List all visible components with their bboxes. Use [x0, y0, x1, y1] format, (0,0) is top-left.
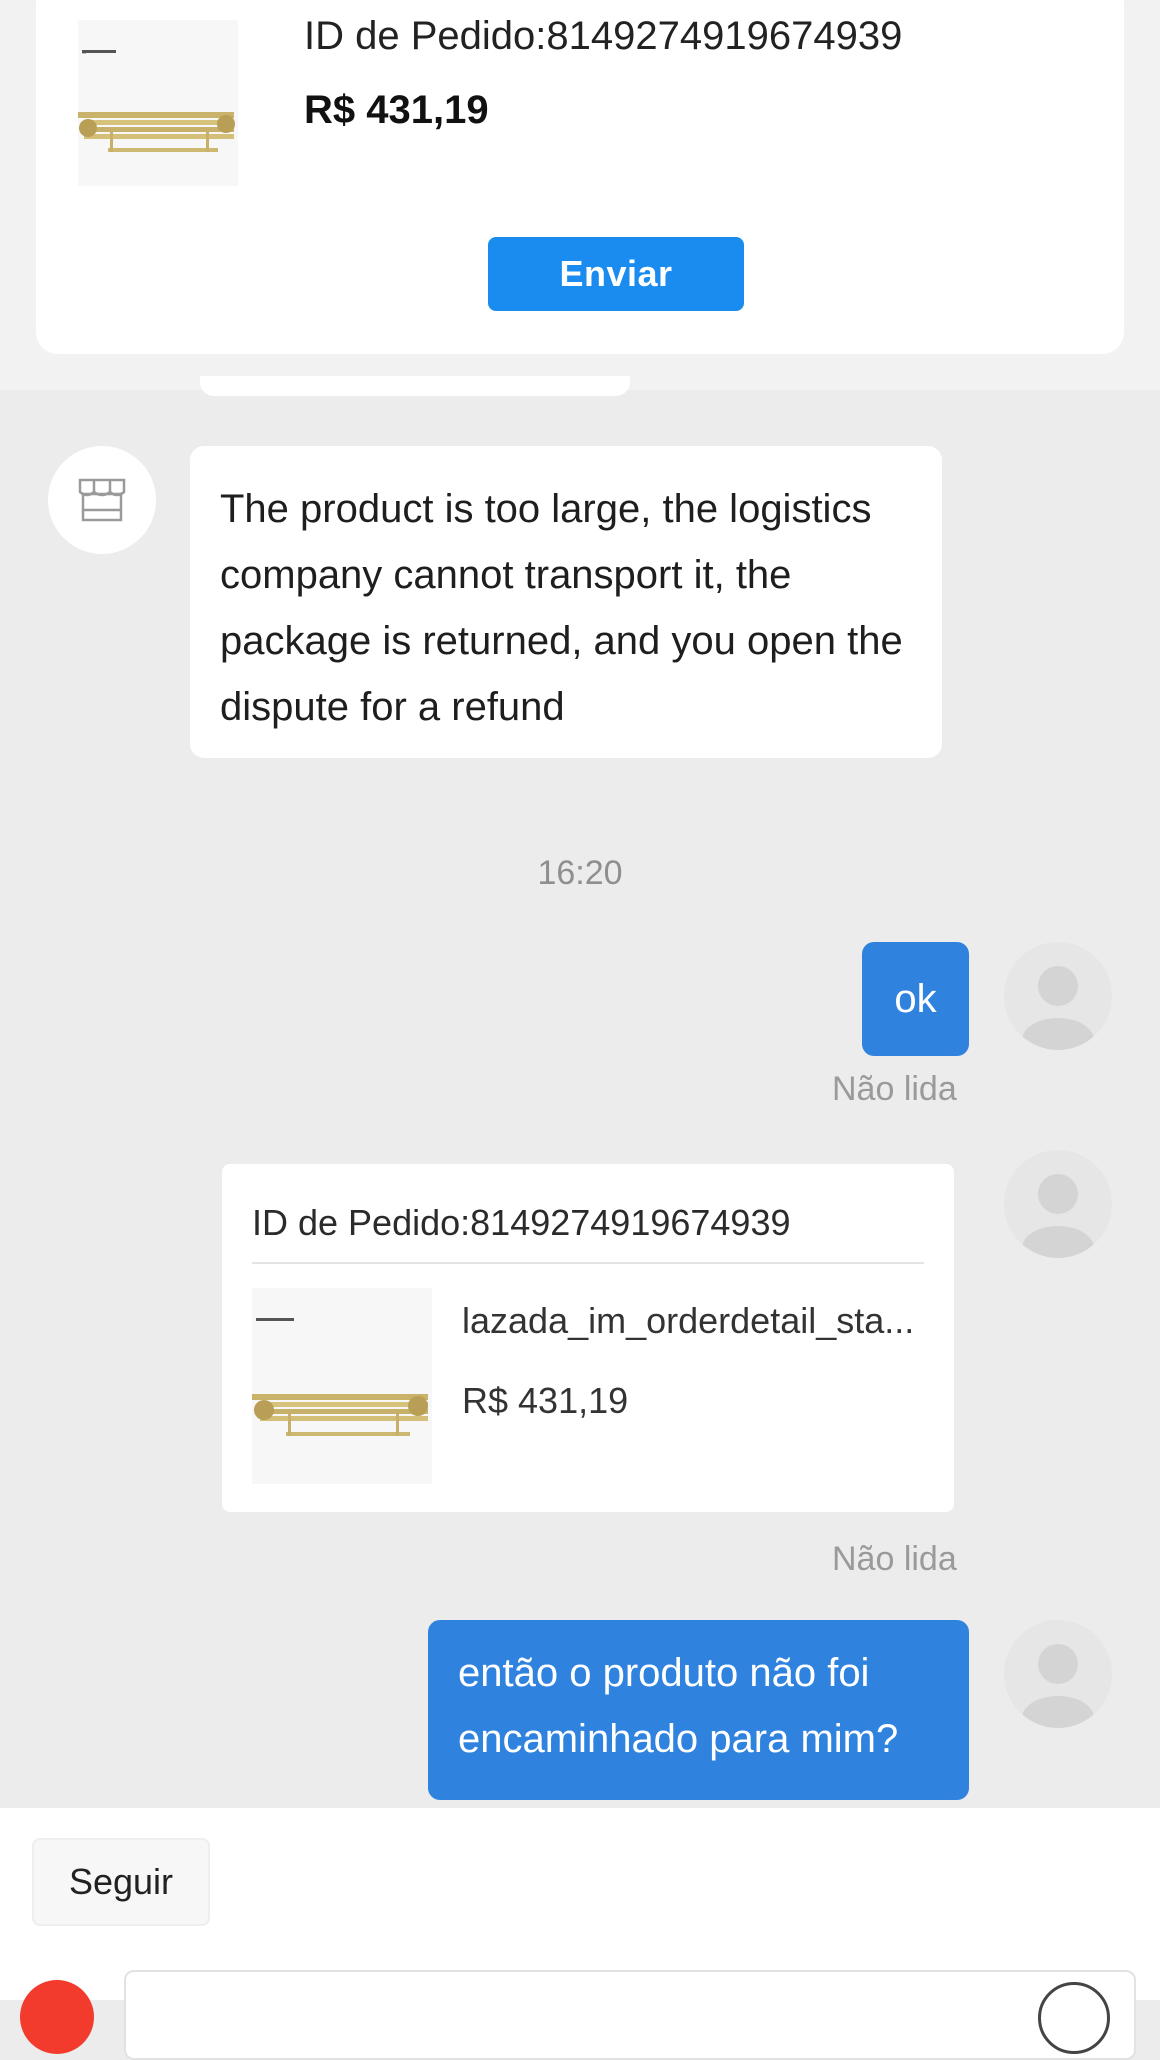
user-avatar-icon: [1022, 966, 1094, 1050]
send-order-button[interactable]: Enviar: [488, 237, 744, 311]
user-avatar[interactable]: [1004, 942, 1112, 1050]
order-card-product-name: lazada_im_orderdetail_sta...: [462, 1300, 915, 1341]
pinned-order-id: ID de Pedido:8149274919674939: [304, 14, 903, 58]
order-card-price: R$ 431,19: [462, 1380, 629, 1421]
plus-icon[interactable]: [20, 1980, 94, 2054]
pinned-order-panel: ⌂ ID de Pedido:8149274919674939 R$ 431,1…: [0, 0, 1160, 390]
user-avatar-icon: [1022, 1644, 1094, 1728]
unread-status-label: Não lida: [832, 1070, 957, 1108]
incoming-message-bubble: The product is too large, the logistics …: [190, 446, 942, 758]
user-avatar[interactable]: [1004, 1150, 1112, 1258]
outgoing-message-bubble: então o produto não foi encaminhado para…: [428, 1620, 969, 1800]
towel-rack-image: ⌂: [78, 20, 238, 186]
order-card-thumbnail: [252, 1288, 432, 1484]
hidden-bubble-edge: [200, 376, 630, 396]
order-message-card[interactable]: ID de Pedido:8149274919674939 lazada_im_…: [222, 1164, 954, 1512]
shop-avatar[interactable]: [48, 446, 156, 554]
order-card-id: ID de Pedido:8149274919674939: [252, 1202, 791, 1243]
user-avatar[interactable]: [1004, 1620, 1112, 1728]
message-timestamp: 16:20: [537, 854, 623, 892]
outgoing-ok-bubble: ok: [862, 942, 969, 1056]
follow-button[interactable]: Seguir: [32, 1838, 210, 1926]
product-thumbnail: ⌂: [78, 20, 238, 186]
bottom-action-bar: Seguir: [0, 1808, 1160, 2060]
message-input[interactable]: [124, 1970, 1136, 2060]
pinned-order-price: R$ 431,19: [304, 88, 489, 132]
pinned-order-card: ⌂ ID de Pedido:8149274919674939 R$ 431,1…: [36, 0, 1124, 354]
unread-status-label: Não lida: [832, 1540, 957, 1578]
user-avatar-icon: [1022, 1174, 1094, 1258]
towel-rack-image: [252, 1288, 432, 1484]
order-card-divider: [252, 1262, 924, 1264]
store-icon: [78, 478, 126, 522]
emoji-icon[interactable]: [1038, 1982, 1110, 2054]
